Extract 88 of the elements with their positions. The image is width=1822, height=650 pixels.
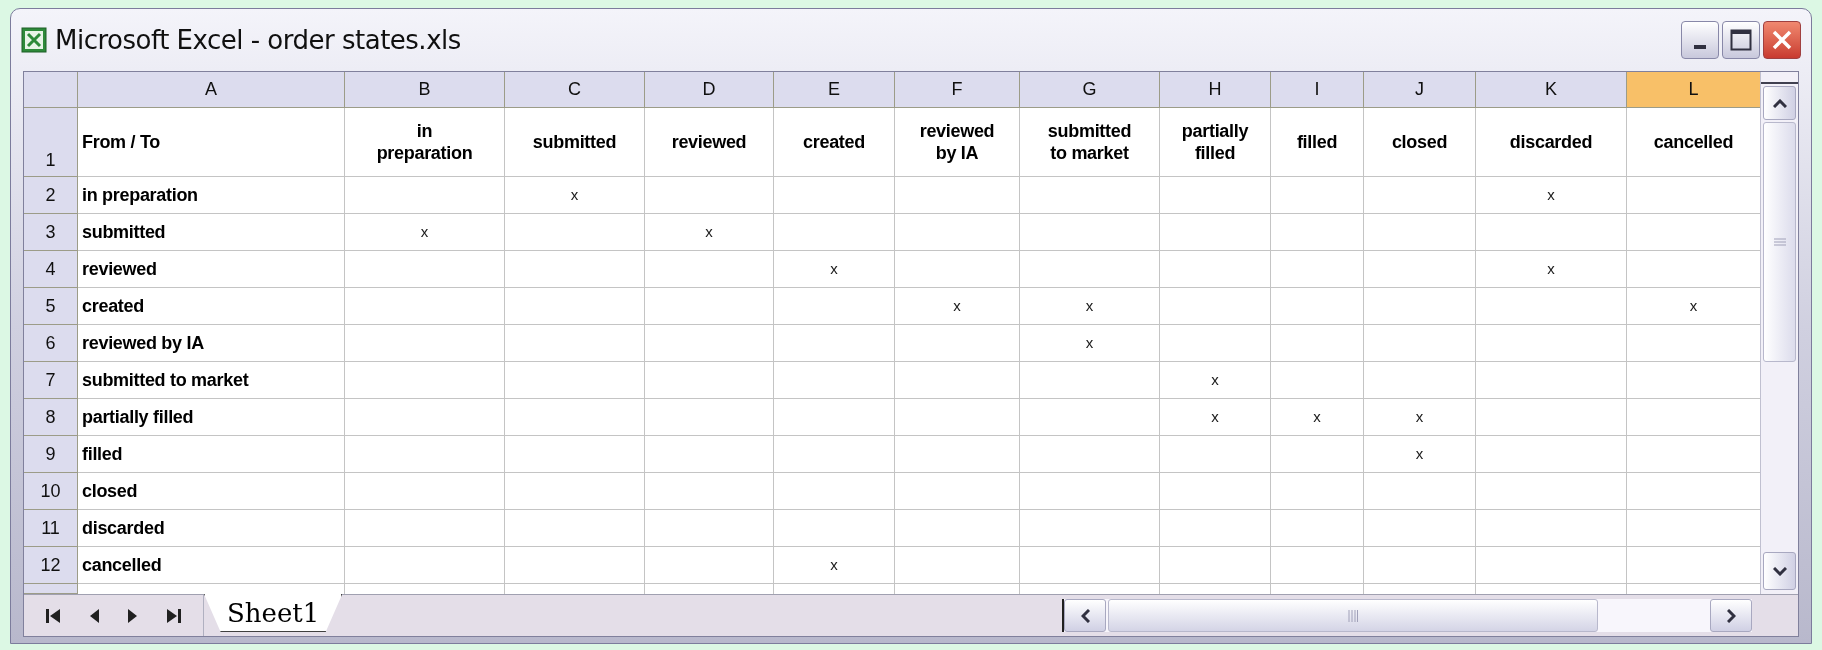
row-header[interactable]: 12 — [24, 547, 78, 584]
spreadsheet-icon — [21, 27, 47, 53]
table-cell: submitted to market — [78, 362, 345, 399]
table-cell: discarded — [78, 510, 345, 547]
table-cell: partially filled — [78, 399, 345, 436]
chevron-right-icon — [1726, 608, 1736, 623]
table-cell: created — [774, 108, 895, 177]
scroll-right-button[interactable] — [1710, 599, 1752, 632]
row-header[interactable]: 7 — [24, 362, 78, 399]
table-cell: created — [78, 288, 345, 325]
row-header[interactable]: 8 — [24, 399, 78, 436]
row-header[interactable]: 5 — [24, 288, 78, 325]
table-cell: reviewed by IA — [78, 325, 345, 362]
table-cell: in preparation — [78, 177, 345, 214]
window-title: Microsoft Excel - order states.xls — [55, 23, 461, 57]
chevron-down-icon — [1772, 566, 1787, 576]
row-header[interactable]: 3 — [24, 214, 78, 251]
table-cell: x — [774, 547, 895, 584]
table-cell: submitted — [78, 214, 345, 251]
table-cell: x — [895, 288, 1020, 325]
grip-icon — [1348, 609, 1358, 622]
column-header[interactable]: C — [505, 72, 645, 108]
table-cell: discarded — [1476, 108, 1627, 177]
chevron-up-icon — [1772, 98, 1787, 108]
column-header[interactable]: G — [1020, 72, 1160, 108]
column-header[interactable]: B — [345, 72, 505, 108]
maximize-button[interactable] — [1722, 21, 1760, 59]
table-cell: reviewed by IA — [895, 108, 1020, 177]
first-icon[interactable] — [46, 607, 61, 624]
previous-icon[interactable] — [89, 607, 100, 624]
table-cell: x — [645, 214, 774, 251]
table-cell: in preparation — [345, 108, 505, 177]
row-header[interactable]: 9 — [24, 436, 78, 473]
scroll-left-button[interactable] — [1064, 599, 1106, 632]
scroll-down-button[interactable] — [1763, 552, 1796, 590]
table-cell: submitted — [505, 108, 645, 177]
table-cell: x — [1476, 251, 1627, 288]
table-cell: x — [1160, 362, 1271, 399]
maximize-icon — [1730, 29, 1752, 51]
table-cell: x — [1160, 399, 1271, 436]
table-cell: x — [1271, 399, 1364, 436]
table-cell: x — [1364, 399, 1476, 436]
table-cell: x — [505, 177, 645, 214]
row-header[interactable]: 4 — [24, 251, 78, 288]
scroll-thumb[interactable] — [1108, 599, 1598, 632]
table-cell: reviewed — [645, 108, 774, 177]
column-header[interactable]: D — [645, 72, 774, 108]
minimize-icon — [1694, 45, 1706, 49]
table-cell: x — [1476, 177, 1627, 214]
table-cell: x — [1364, 436, 1476, 473]
sheet-tab[interactable]: Sheet1 — [204, 594, 343, 632]
column-header[interactable]: E — [774, 72, 895, 108]
row-header[interactable]: 11 — [24, 510, 78, 547]
table-cell: filled — [1271, 108, 1364, 177]
vertical-scrollbar[interactable] — [1760, 72, 1798, 594]
table-cell: x — [774, 251, 895, 288]
next-icon[interactable] — [127, 607, 138, 624]
minimize-button[interactable] — [1681, 21, 1719, 59]
row-header[interactable]: 10 — [24, 473, 78, 510]
chevron-left-icon — [1080, 608, 1090, 623]
table-cell: x — [1020, 325, 1160, 362]
column-header[interactable]: F — [895, 72, 1020, 108]
column-header[interactable]: A — [78, 72, 345, 108]
scroll-thumb[interactable] — [1763, 122, 1796, 362]
table-cell: From / To — [78, 108, 345, 177]
column-header[interactable]: J — [1364, 72, 1476, 108]
table-cell: closed — [1364, 108, 1476, 177]
table-cell: cancelled — [78, 547, 345, 584]
row-header[interactable]: 2 — [24, 177, 78, 214]
column-header[interactable]: I — [1271, 72, 1364, 108]
table-cell: reviewed — [78, 251, 345, 288]
column-header[interactable]: K — [1476, 72, 1627, 108]
scroll-up-button[interactable] — [1763, 86, 1796, 120]
table-cell: filled — [78, 436, 345, 473]
close-icon — [1771, 29, 1793, 51]
grip-icon — [1773, 238, 1786, 246]
table-cell: partially filled — [1160, 108, 1271, 177]
table-cell: submitted to market — [1020, 108, 1160, 177]
close-button[interactable] — [1763, 21, 1801, 59]
column-header[interactable]: H — [1160, 72, 1271, 108]
row-header[interactable]: 1 — [24, 108, 78, 177]
table-cell: x — [345, 214, 505, 251]
table-cell: closed — [78, 473, 345, 510]
horizontal-scrollbar[interactable] — [1062, 599, 1752, 632]
last-icon[interactable] — [166, 607, 181, 624]
column-header[interactable]: L — [1627, 72, 1760, 108]
row-header[interactable]: 6 — [24, 325, 78, 362]
table-cell: x — [1020, 288, 1160, 325]
